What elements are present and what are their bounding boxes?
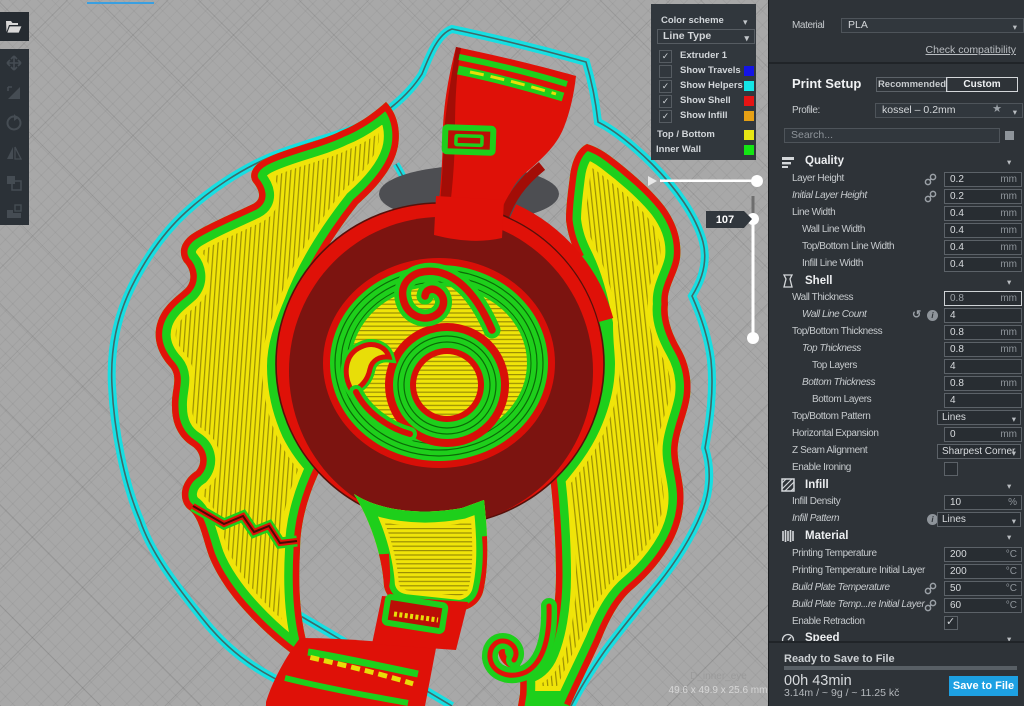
svg-text:107: 107 (716, 214, 734, 226)
